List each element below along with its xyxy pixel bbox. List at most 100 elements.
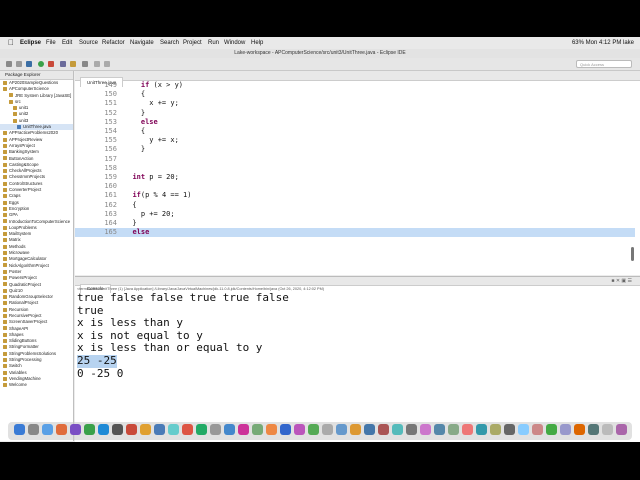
code-line[interactable]: 162 { — [75, 201, 635, 210]
menu-source[interactable]: Source — [79, 37, 98, 49]
dock-app-icon[interactable] — [70, 424, 81, 435]
menu-navigate[interactable]: Navigate — [130, 37, 154, 49]
dock-app-icon[interactable] — [336, 424, 347, 435]
dock-app-icon[interactable] — [112, 424, 123, 435]
dock-app-icon[interactable] — [56, 424, 67, 435]
menu-help[interactable]: Help — [251, 37, 263, 49]
dock-app-icon[interactable] — [420, 424, 431, 435]
dock-app-icon[interactable] — [266, 424, 277, 435]
tree-item-label: Casting&Scope — [9, 161, 39, 167]
tree-item-label: Microwave — [9, 250, 30, 256]
code-line[interactable]: 150 { — [75, 90, 635, 99]
tree-item[interactable]: Welcome — [0, 382, 73, 388]
dock-app-icon[interactable] — [308, 424, 319, 435]
menu-file[interactable]: File — [46, 37, 56, 49]
dock-app-icon[interactable] — [84, 424, 95, 435]
dock-app-icon[interactable] — [392, 424, 403, 435]
code-line[interactable]: 163 p += 20; — [75, 210, 635, 219]
new-icon[interactable] — [6, 61, 12, 67]
dock-app-icon[interactable] — [294, 424, 305, 435]
dock-app-icon[interactable] — [238, 424, 249, 435]
dock-app-icon[interactable] — [14, 424, 25, 435]
code-line[interactable]: 157 — [75, 155, 635, 164]
save-icon[interactable] — [16, 61, 22, 67]
dock-app-icon[interactable] — [196, 424, 207, 435]
editor-scrollbar[interactable] — [631, 247, 634, 261]
menu-edit[interactable]: Edit — [62, 37, 72, 49]
dock-app-icon[interactable] — [28, 424, 39, 435]
code-line[interactable]: 165 else — [75, 228, 635, 238]
dock-app-icon[interactable] — [560, 424, 571, 435]
line-number: 163 — [104, 209, 117, 218]
dock-app-icon[interactable] — [252, 424, 263, 435]
menu-app-name[interactable]: Eclipse — [20, 37, 41, 49]
folder-icon — [3, 250, 7, 255]
dock-app-icon[interactable] — [154, 424, 165, 435]
dock-app-icon[interactable] — [434, 424, 445, 435]
code-line[interactable]: 154 { — [75, 127, 635, 136]
dock-app-icon[interactable] — [140, 424, 151, 435]
dock-app-icon[interactable] — [126, 424, 137, 435]
dock-app-icon[interactable] — [224, 424, 235, 435]
menu-project[interactable]: Project — [183, 37, 202, 49]
search-icon[interactable] — [82, 61, 88, 67]
dock-app-icon[interactable] — [490, 424, 501, 435]
new-class-icon[interactable] — [60, 61, 66, 67]
dock-app-icon[interactable] — [42, 424, 53, 435]
code-line[interactable]: 161 if(p % 4 == 1) — [75, 191, 635, 200]
menu-refactor[interactable]: Refactor — [102, 37, 125, 49]
dock-app-icon[interactable] — [462, 424, 473, 435]
run-icon[interactable] — [38, 61, 44, 67]
menu-window[interactable]: Window — [224, 37, 245, 49]
debug-icon[interactable] — [26, 61, 32, 67]
dock-app-icon[interactable] — [322, 424, 333, 435]
console-toolbar-icons[interactable]: ■ ✕ ▣ ☰ — [611, 278, 632, 284]
code-line[interactable]: 155 y += x; — [75, 136, 635, 145]
apple-icon[interactable]:  — [8, 37, 14, 49]
code-line[interactable]: 159 int p = 20; — [75, 173, 635, 182]
dock-app-icon[interactable] — [532, 424, 543, 435]
code-line[interactable]: 152 } — [75, 109, 635, 118]
dock-app-icon[interactable] — [448, 424, 459, 435]
dock-app-icon[interactable] — [518, 424, 529, 435]
folder-icon — [3, 137, 7, 142]
dock-app-icon[interactable] — [168, 424, 179, 435]
code-line[interactable]: 149 if (x > y) — [75, 81, 635, 90]
dock-app-icon[interactable] — [98, 424, 109, 435]
dock-app-icon[interactable] — [406, 424, 417, 435]
line-code: } — [124, 145, 146, 154]
dock-app-icon[interactable] — [504, 424, 515, 435]
dock-app-icon[interactable] — [602, 424, 613, 435]
menu-run[interactable]: Run — [208, 37, 219, 49]
dock-app-icon[interactable] — [378, 424, 389, 435]
dock-app-icon[interactable] — [616, 424, 627, 435]
tree-item-label: Quiz10 — [9, 287, 23, 293]
dock-app-icon[interactable] — [546, 424, 557, 435]
code-line[interactable]: 151 x += y; — [75, 99, 635, 108]
dock-app-icon[interactable] — [350, 424, 361, 435]
code-line[interactable]: 160 — [75, 182, 635, 191]
dock-app-icon[interactable] — [588, 424, 599, 435]
quick-access-input[interactable]: Quick Access — [576, 60, 632, 68]
dock-app-icon[interactable] — [476, 424, 487, 435]
code-line[interactable]: 156 } — [75, 145, 635, 154]
back-icon[interactable] — [94, 61, 100, 67]
code-area[interactable]: 149 if (x > y) 150 {151 x += y; 152 } 153 e… — [75, 81, 640, 275]
code-line[interactable]: 158 — [75, 164, 635, 173]
dock-app-icon[interactable] — [182, 424, 193, 435]
tree-item-label: PowersProject — [9, 275, 37, 281]
tree-item[interactable]: JRE System Library [JavaSE] — [0, 93, 73, 99]
code-line[interactable]: 153 else — [75, 118, 635, 127]
menu-search[interactable]: Search — [160, 37, 179, 49]
stop-icon[interactable] — [48, 61, 54, 67]
forward-icon[interactable] — [104, 61, 110, 67]
open-type-icon[interactable] — [70, 61, 76, 67]
code-line[interactable]: 164 } — [75, 219, 635, 228]
folder-icon — [3, 376, 7, 381]
code-editor[interactable]: UnitThree.java 149 if (x > y) 150 {151 x … — [75, 71, 640, 275]
dock-app-icon[interactable] — [210, 424, 221, 435]
dock-app-icon[interactable] — [280, 424, 291, 435]
dock-app-icon[interactable] — [574, 424, 585, 435]
console-output[interactable]: true false false true true false true x is… — [75, 291, 640, 380]
dock-app-icon[interactable] — [364, 424, 375, 435]
